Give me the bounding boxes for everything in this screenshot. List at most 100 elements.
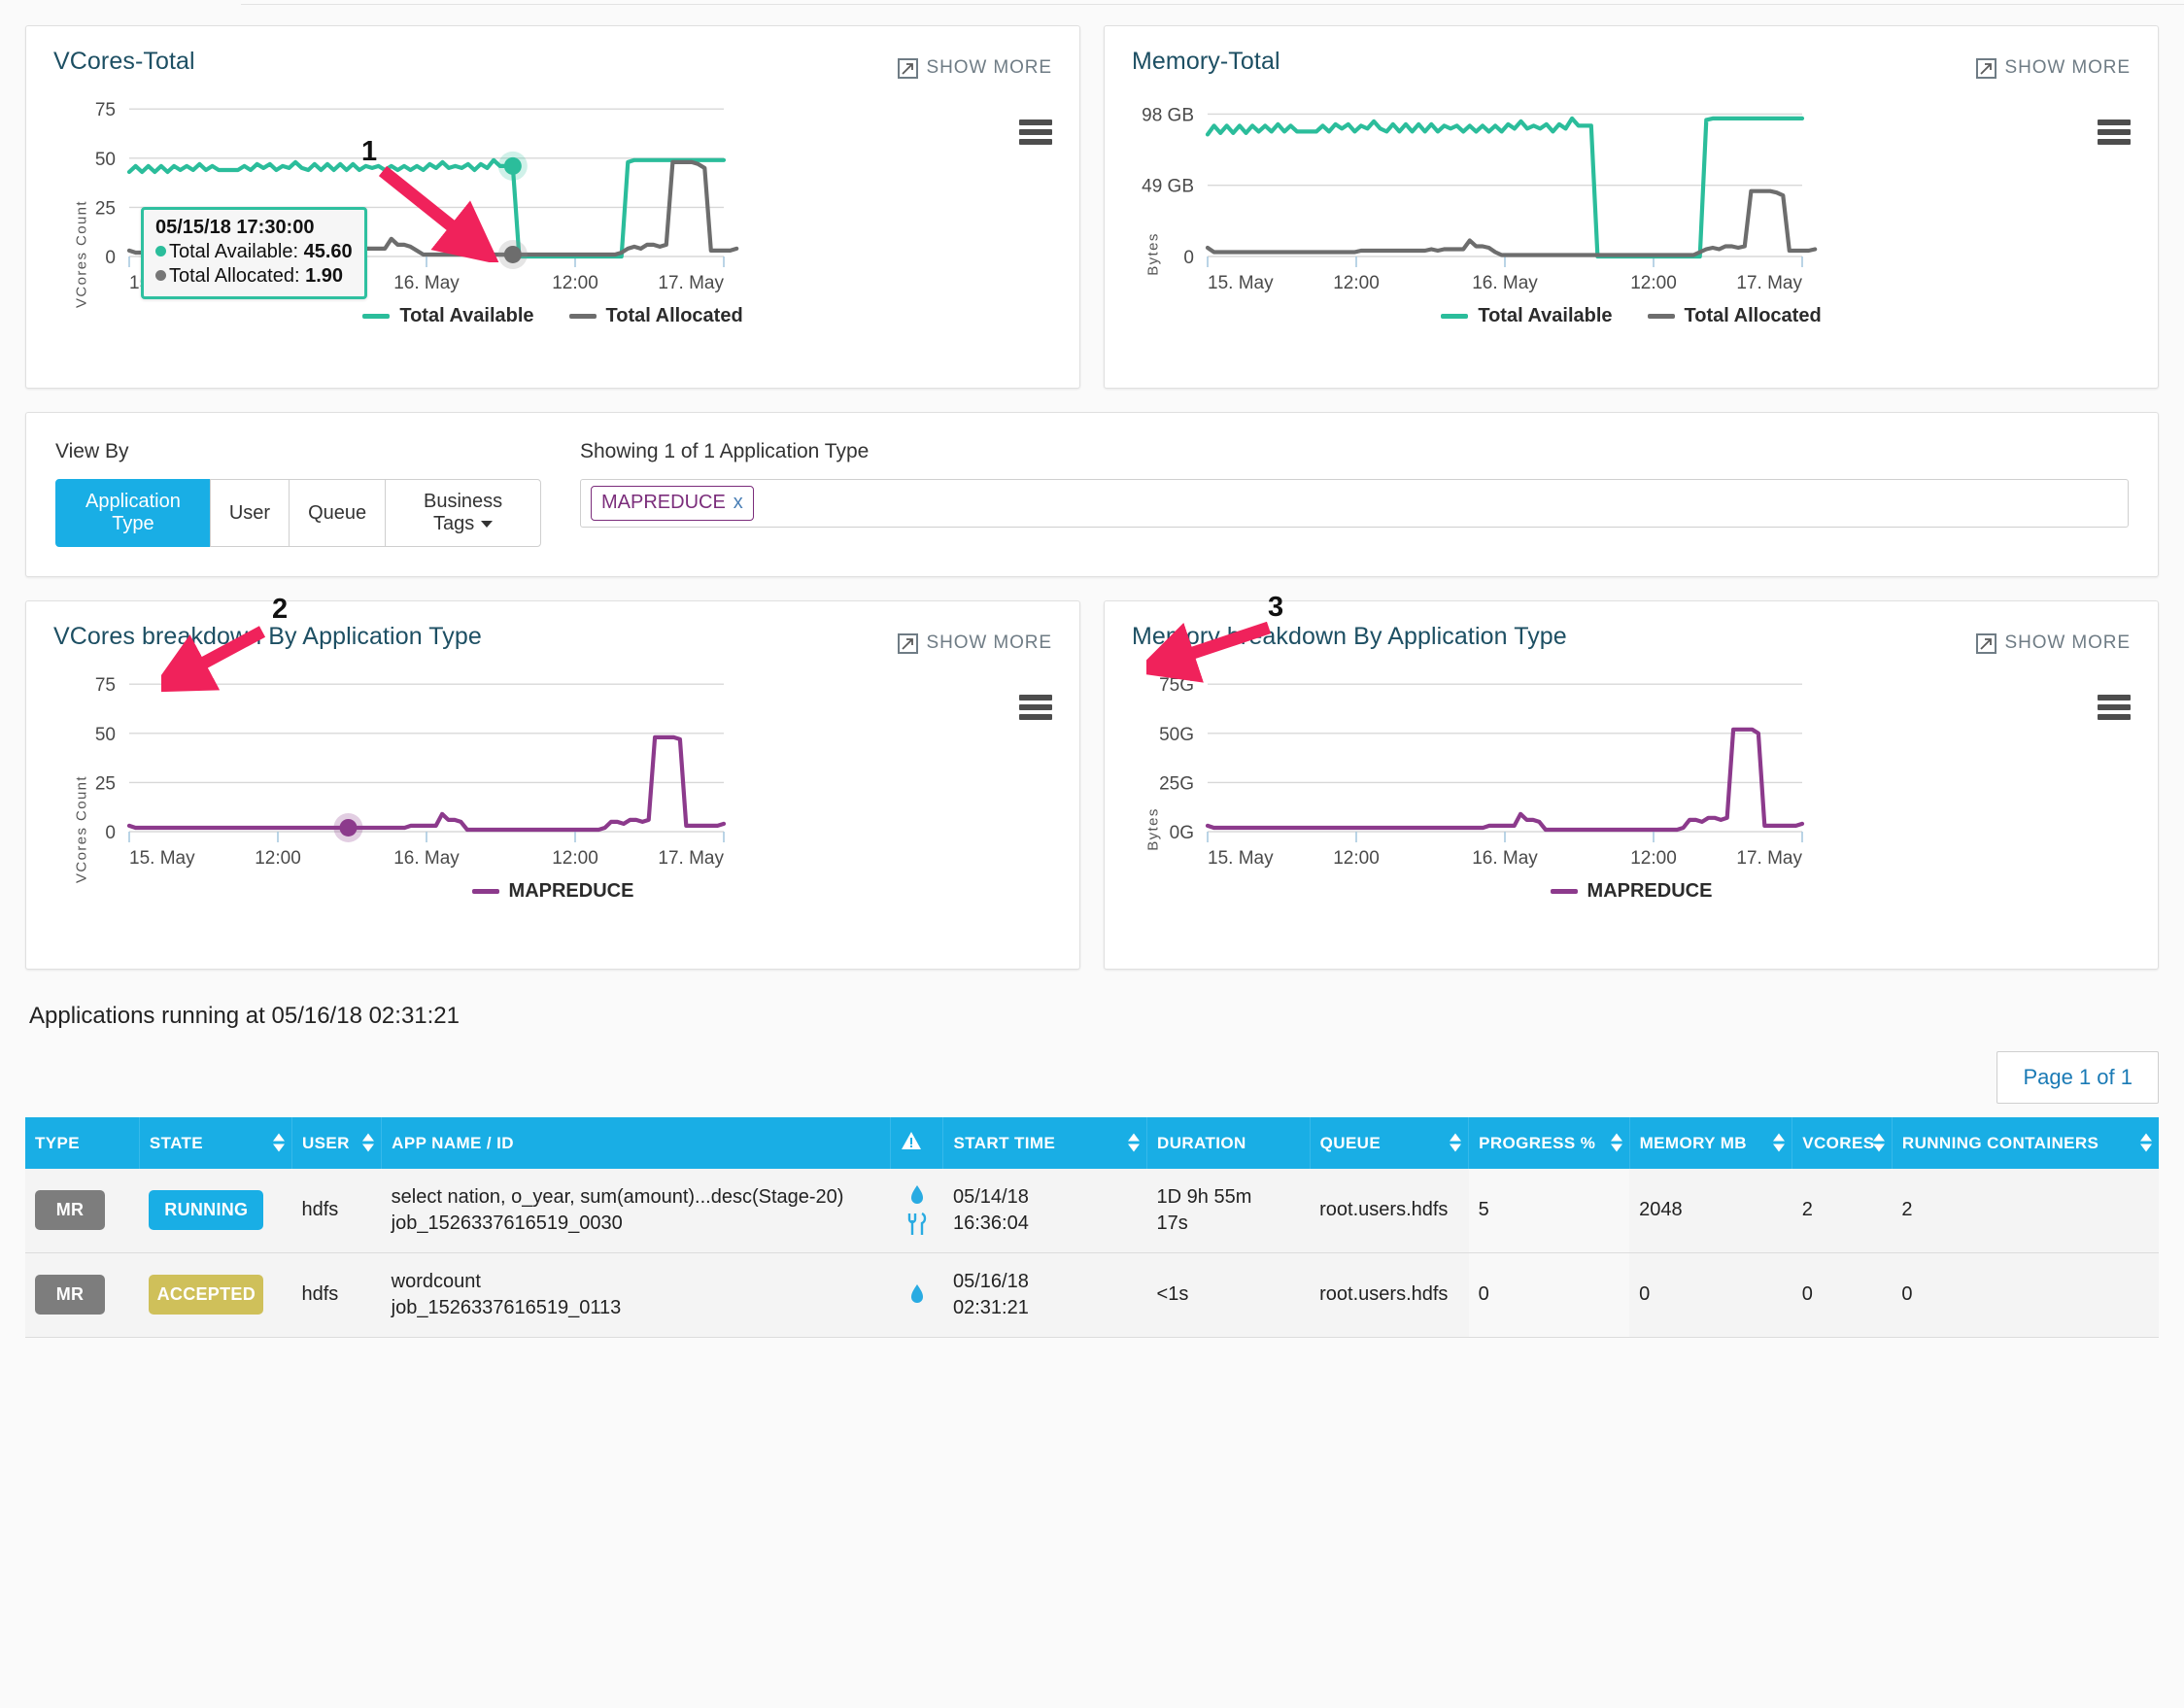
y-axis-label: Bytes — [1144, 807, 1162, 851]
applications-heading: Applications running at 05/16/18 02:31:2… — [29, 1003, 461, 1029]
legend-item-total-allocated[interactable]: Total Allocated — [1647, 305, 1822, 327]
cell-running-containers: 2 — [1892, 1168, 2159, 1253]
svg-text:12:00: 12:00 — [1333, 848, 1380, 869]
svg-text:50: 50 — [95, 150, 116, 170]
showing-count-label: Showing 1 of 1 Application Type — [580, 440, 870, 462]
legend-memory-total: Total Available Total Allocated — [1105, 305, 2158, 327]
tooltip-dot-icon — [155, 270, 166, 281]
sort-icon[interactable] — [362, 1133, 375, 1152]
cell-start-time: 05/14/18 16:36:04 — [942, 1168, 1147, 1253]
svg-text:12:00: 12:00 — [1333, 273, 1380, 293]
legend-label: Total Allocated — [605, 305, 743, 326]
table-row[interactable]: MR RUNNING hdfs select nation, o_year, s… — [25, 1168, 2159, 1253]
pager-area: Page 1 of 1 — [25, 1051, 2159, 1104]
column-header-app-name-id[interactable]: APP NAME / ID — [381, 1117, 892, 1169]
sort-icon[interactable] — [1773, 1133, 1786, 1152]
cell-start-time: 05/16/18 02:31:21 — [942, 1252, 1147, 1338]
filter-token-mapreduce[interactable]: MAPREDUCE x — [591, 486, 754, 521]
y-axis-label: VCores Count — [73, 775, 90, 884]
start-clock: 16:36:04 — [952, 1212, 1029, 1234]
status-badge: RUNNING — [149, 1190, 264, 1230]
cell-duration: 1D 9h 55m 17s — [1146, 1168, 1311, 1253]
close-icon[interactable]: x — [734, 492, 743, 514]
legend-vcores-total: Total Available Total Allocated — [26, 305, 1079, 327]
legend-item-mapreduce[interactable]: MAPREDUCE — [1550, 880, 1713, 903]
cell-memory: 0 — [1629, 1252, 1792, 1338]
cell-user: hdfs — [291, 1168, 382, 1253]
cell-user: hdfs — [291, 1252, 382, 1338]
start-date: 05/16/18 — [952, 1270, 1029, 1292]
cell-type: MR — [25, 1252, 140, 1338]
svg-text:0: 0 — [1183, 248, 1194, 268]
legend-swatch — [568, 314, 597, 319]
view-by-business-tags-button[interactable]: Business Tags — [385, 479, 541, 547]
start-clock: 02:31:21 — [952, 1296, 1029, 1318]
legend-label: Total Available — [399, 305, 534, 326]
table-header-row: TYPE STATE USER APP NAME / ID START TIME… — [25, 1117, 2159, 1169]
filter-area: Showing 1 of 1 Application Type MAPREDUC… — [541, 440, 2129, 528]
y-axis-label: Bytes — [1144, 232, 1162, 276]
tooltip-label: Total Available: — [169, 241, 299, 262]
cell-vcores: 2 — [1792, 1168, 1893, 1253]
column-header-state[interactable]: STATE — [139, 1117, 292, 1169]
sort-icon[interactable] — [1872, 1133, 1885, 1152]
annotation-arrow-2 — [161, 626, 266, 693]
svg-text:75: 75 — [95, 675, 116, 696]
sort-icon[interactable] — [1128, 1133, 1141, 1152]
legend-label: MAPREDUCE — [508, 880, 634, 902]
column-header-progress[interactable]: PROGRESS % — [1468, 1117, 1630, 1169]
annotation-number-2: 2 — [272, 594, 289, 625]
column-header-duration[interactable]: DURATION — [1146, 1117, 1311, 1169]
tooltip-time: 05/15/18 17:30:00 — [155, 217, 315, 238]
svg-text:0: 0 — [105, 823, 116, 843]
column-header-queue[interactable]: QUEUE — [1310, 1117, 1470, 1169]
sort-icon[interactable] — [1450, 1133, 1462, 1152]
warning-icon — [902, 1132, 922, 1149]
filter-token-input[interactable]: MAPREDUCE x — [580, 479, 2129, 528]
cell-queue: root.users.hdfs — [1310, 1168, 1469, 1253]
column-header-vcores[interactable]: VCORES — [1792, 1117, 1893, 1169]
legend-swatch — [1441, 314, 1469, 319]
column-header-running-containers[interactable]: RUNNING CONTAINERS — [1892, 1117, 2159, 1169]
column-header-start-time[interactable]: START TIME — [942, 1117, 1148, 1169]
legend-item-total-available[interactable]: Total Available — [362, 305, 534, 327]
svg-text:17. May: 17. May — [658, 273, 724, 293]
view-by-user-button[interactable]: User — [209, 479, 290, 547]
cell-progress: 0 — [1468, 1252, 1630, 1338]
column-header-user[interactable]: USER — [291, 1117, 383, 1169]
legend-item-total-available[interactable]: Total Available — [1441, 305, 1613, 327]
column-header-memory[interactable]: MEMORY MB — [1629, 1117, 1793, 1169]
cell-queue: root.users.hdfs — [1310, 1252, 1469, 1338]
sort-icon[interactable] — [1610, 1133, 1622, 1152]
svg-text:49 GB: 49 GB — [1142, 177, 1194, 197]
svg-text:50: 50 — [95, 725, 116, 745]
app-name: wordcount — [391, 1270, 481, 1292]
table-row[interactable]: MR ACCEPTED hdfs wordcount job_152633761… — [25, 1252, 2159, 1338]
legend-item-mapreduce[interactable]: MAPREDUCE — [471, 880, 634, 903]
info-icon — [910, 1283, 923, 1303]
tooltip-label: Total Allocated: — [169, 265, 300, 287]
top-divider — [241, 0, 2184, 5]
sort-icon[interactable] — [2140, 1133, 2152, 1152]
cell-type: MR — [25, 1168, 140, 1253]
cell-app-name-id: select nation, o_year, sum(amount)...des… — [381, 1168, 891, 1253]
filter-token-label: MAPREDUCE — [601, 492, 726, 513]
svg-text:12:00: 12:00 — [552, 848, 598, 869]
page-indicator-button[interactable]: Page 1 of 1 — [1996, 1051, 2159, 1104]
legend-item-total-allocated[interactable]: Total Allocated — [568, 305, 743, 327]
column-header-type[interactable]: TYPE — [25, 1117, 140, 1169]
cell-state: ACCEPTED — [139, 1252, 292, 1338]
legend-swatch — [1550, 889, 1578, 894]
tools-icon — [907, 1213, 926, 1236]
view-by-queue-button[interactable]: Queue — [289, 479, 387, 547]
legend-label: MAPREDUCE — [1587, 880, 1713, 902]
app-id: job_1526337616519_0113 — [391, 1296, 622, 1318]
chart-memory-total: Bytes 0 49 GB 98 GB 15. May 12:00 16. May 12:0… — [1105, 76, 2158, 299]
applications-table: TYPE STATE USER APP NAME / ID START TIME… — [25, 1117, 2159, 1338]
cell-app-name-id: wordcount job_1526337616519_0113 — [381, 1252, 891, 1338]
view-by-application-type-button[interactable]: Application Type — [55, 479, 211, 547]
sort-icon[interactable] — [272, 1133, 285, 1152]
cell-icons — [890, 1168, 943, 1253]
chart-canvas-vcores-breakdown: 0 25 50 75 15. May 12:00 16. May 12:00 17. May — [95, 675, 727, 869]
panel-view-by: View By Application Type User Queue Busi… — [25, 412, 2159, 577]
